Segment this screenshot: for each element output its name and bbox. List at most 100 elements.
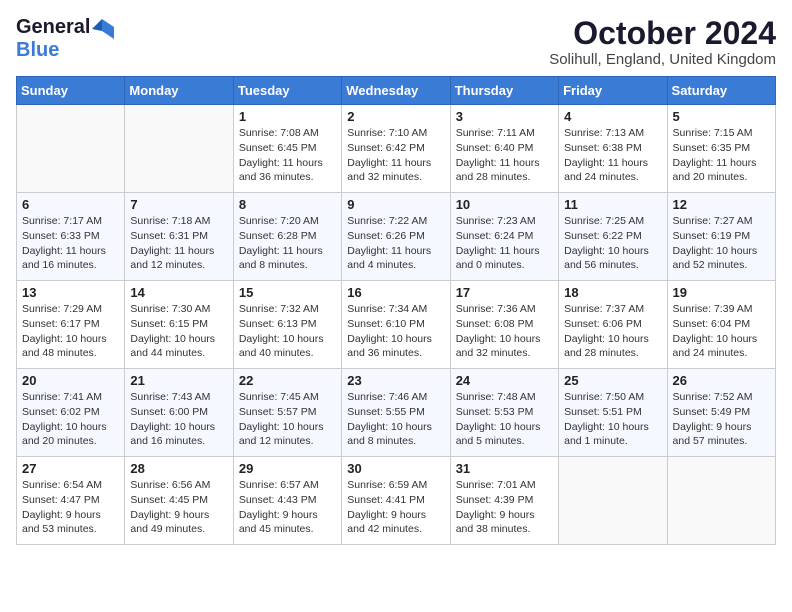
day-info: Sunrise: 7:27 AM Sunset: 6:19 PM Dayligh… (673, 214, 770, 273)
calendar-cell: 29 Sunrise: 6:57 AM Sunset: 4:43 PM Dayli… (233, 457, 341, 545)
day-number: 23 (347, 373, 444, 388)
calendar-cell (667, 457, 775, 545)
day-info: Sunrise: 7:32 AM Sunset: 6:13 PM Dayligh… (239, 302, 336, 361)
week-row-1: 1 Sunrise: 7:08 AM Sunset: 6:45 PM Daylig… (17, 105, 776, 193)
day-number: 2 (347, 109, 444, 124)
calendar-cell: 1 Sunrise: 7:08 AM Sunset: 6:45 PM Daylig… (233, 105, 341, 193)
calendar-cell (559, 457, 667, 545)
calendar-cell: 10 Sunrise: 7:23 AM Sunset: 6:24 PM Dayli… (450, 193, 558, 281)
day-info: Sunrise: 7:29 AM Sunset: 6:17 PM Dayligh… (22, 302, 119, 361)
day-number: 16 (347, 285, 444, 300)
day-info: Sunrise: 7:37 AM Sunset: 6:06 PM Dayligh… (564, 302, 661, 361)
day-number: 22 (239, 373, 336, 388)
day-info: Sunrise: 7:39 AM Sunset: 6:04 PM Dayligh… (673, 302, 770, 361)
calendar-header: SundayMondayTuesdayWednesdayThursdayFrid… (17, 77, 776, 105)
col-header-monday: Monday (125, 77, 233, 105)
day-number: 1 (239, 109, 336, 124)
day-number: 26 (673, 373, 770, 388)
day-number: 19 (673, 285, 770, 300)
calendar-cell: 25 Sunrise: 7:50 AM Sunset: 5:51 PM Dayli… (559, 369, 667, 457)
day-number: 3 (456, 109, 553, 124)
day-info: Sunrise: 6:57 AM Sunset: 4:43 PM Dayligh… (239, 478, 336, 537)
day-number: 11 (564, 197, 661, 212)
day-info: Sunrise: 6:59 AM Sunset: 4:41 PM Dayligh… (347, 478, 444, 537)
day-info: Sunrise: 7:52 AM Sunset: 5:49 PM Dayligh… (673, 390, 770, 449)
day-info: Sunrise: 7:15 AM Sunset: 6:35 PM Dayligh… (673, 126, 770, 185)
day-info: Sunrise: 7:10 AM Sunset: 6:42 PM Dayligh… (347, 126, 444, 185)
col-header-wednesday: Wednesday (342, 77, 450, 105)
day-info: Sunrise: 6:56 AM Sunset: 4:45 PM Dayligh… (130, 478, 227, 537)
day-number: 29 (239, 461, 336, 476)
day-info: Sunrise: 7:25 AM Sunset: 6:22 PM Dayligh… (564, 214, 661, 273)
page-header: General Blue October 2024 Solihull, Engl… (16, 16, 776, 68)
calendar-cell: 24Sunrise: 7:48 AM Sunset: 5:53 PM Dayli… (450, 369, 558, 457)
calendar-cell: 5 Sunrise: 7:15 AM Sunset: 6:35 PM Daylig… (667, 105, 775, 193)
calendar-cell: 26 Sunrise: 7:52 AM Sunset: 5:49 PM Dayli… (667, 369, 775, 457)
day-number: 7 (130, 197, 227, 212)
col-header-thursday: Thursday (450, 77, 558, 105)
day-info: Sunrise: 7:22 AM Sunset: 6:26 PM Dayligh… (347, 214, 444, 273)
day-number: 18 (564, 285, 661, 300)
calendar-cell: 19 Sunrise: 7:39 AM Sunset: 6:04 PM Dayli… (667, 281, 775, 369)
calendar-cell: 4 Sunrise: 7:13 AM Sunset: 6:38 PM Daylig… (559, 105, 667, 193)
day-info: Sunrise: 7:20 AM Sunset: 6:28 PM Dayligh… (239, 214, 336, 273)
title-area: October 2024 Solihull, England, United K… (549, 16, 776, 68)
day-number: 17 (456, 285, 553, 300)
day-info: Sunrise: 7:11 AM Sunset: 6:40 PM Dayligh… (456, 126, 553, 185)
calendar-cell: 14 Sunrise: 7:30 AM Sunset: 6:15 PM Dayli… (125, 281, 233, 369)
calendar-cell: 22 Sunrise: 7:45 AM Sunset: 5:57 PM Dayli… (233, 369, 341, 457)
day-number: 24 (456, 373, 553, 388)
day-info: Sunrise: 7:17 AM Sunset: 6:33 PM Dayligh… (22, 214, 119, 273)
week-row-3: 13 Sunrise: 7:29 AM Sunset: 6:17 PM Dayli… (17, 281, 776, 369)
col-header-saturday: Saturday (667, 77, 775, 105)
calendar-cell: 7 Sunrise: 7:18 AM Sunset: 6:31 PM Daylig… (125, 193, 233, 281)
logo-bird-icon (92, 17, 114, 39)
day-number: 13 (22, 285, 119, 300)
col-header-sunday: Sunday (17, 77, 125, 105)
calendar-cell: 9 Sunrise: 7:22 AM Sunset: 6:26 PM Daylig… (342, 193, 450, 281)
calendar-cell: 8 Sunrise: 7:20 AM Sunset: 6:28 PM Daylig… (233, 193, 341, 281)
calendar-cell: 16Sunrise: 7:34 AM Sunset: 6:10 PM Dayli… (342, 281, 450, 369)
day-info: Sunrise: 7:18 AM Sunset: 6:31 PM Dayligh… (130, 214, 227, 273)
day-number: 5 (673, 109, 770, 124)
day-info: Sunrise: 7:46 AM Sunset: 5:55 PM Dayligh… (347, 390, 444, 449)
day-info: Sunrise: 7:36 AM Sunset: 6:08 PM Dayligh… (456, 302, 553, 361)
day-number: 25 (564, 373, 661, 388)
day-number: 6 (22, 197, 119, 212)
logo-general: General (16, 16, 90, 39)
month-title: October 2024 (549, 16, 776, 51)
calendar-cell: 20 Sunrise: 7:41 AM Sunset: 6:02 PM Dayli… (17, 369, 125, 457)
calendar-cell: 28 Sunrise: 6:56 AM Sunset: 4:45 PM Dayli… (125, 457, 233, 545)
calendar-cell: 23 Sunrise: 7:46 AM Sunset: 5:55 PM Dayli… (342, 369, 450, 457)
day-number: 31 (456, 461, 553, 476)
day-info: Sunrise: 7:08 AM Sunset: 6:45 PM Dayligh… (239, 126, 336, 185)
day-number: 30 (347, 461, 444, 476)
day-number: 28 (130, 461, 227, 476)
day-info: Sunrise: 6:54 AM Sunset: 4:47 PM Dayligh… (22, 478, 119, 537)
day-number: 20 (22, 373, 119, 388)
logo: General Blue (16, 16, 114, 62)
calendar-cell: 2 Sunrise: 7:10 AM Sunset: 6:42 PM Daylig… (342, 105, 450, 193)
day-info: Sunrise: 7:50 AM Sunset: 5:51 PM Dayligh… (564, 390, 661, 449)
day-info: Sunrise: 7:30 AM Sunset: 6:15 PM Dayligh… (130, 302, 227, 361)
calendar-cell: 17 Sunrise: 7:36 AM Sunset: 6:08 PM Dayli… (450, 281, 558, 369)
calendar-cell: 21Sunrise: 7:43 AM Sunset: 6:00 PM Dayli… (125, 369, 233, 457)
col-header-friday: Friday (559, 77, 667, 105)
calendar-cell: 12Sunrise: 7:27 AM Sunset: 6:19 PM Dayli… (667, 193, 775, 281)
day-number: 14 (130, 285, 227, 300)
day-info: Sunrise: 7:41 AM Sunset: 6:02 PM Dayligh… (22, 390, 119, 449)
day-number: 4 (564, 109, 661, 124)
day-info: Sunrise: 7:13 AM Sunset: 6:38 PM Dayligh… (564, 126, 661, 185)
calendar-cell (17, 105, 125, 193)
week-row-5: 27Sunrise: 6:54 AM Sunset: 4:47 PM Dayli… (17, 457, 776, 545)
day-info: Sunrise: 7:43 AM Sunset: 6:00 PM Dayligh… (130, 390, 227, 449)
day-info: Sunrise: 7:23 AM Sunset: 6:24 PM Dayligh… (456, 214, 553, 273)
day-number: 9 (347, 197, 444, 212)
calendar-cell (125, 105, 233, 193)
day-number: 10 (456, 197, 553, 212)
calendar-table: SundayMondayTuesdayWednesdayThursdayFrid… (16, 76, 776, 545)
day-info: Sunrise: 7:45 AM Sunset: 5:57 PM Dayligh… (239, 390, 336, 449)
day-number: 8 (239, 197, 336, 212)
calendar-cell: 18 Sunrise: 7:37 AM Sunset: 6:06 PM Dayli… (559, 281, 667, 369)
calendar-cell: 30 Sunrise: 6:59 AM Sunset: 4:41 PM Dayli… (342, 457, 450, 545)
